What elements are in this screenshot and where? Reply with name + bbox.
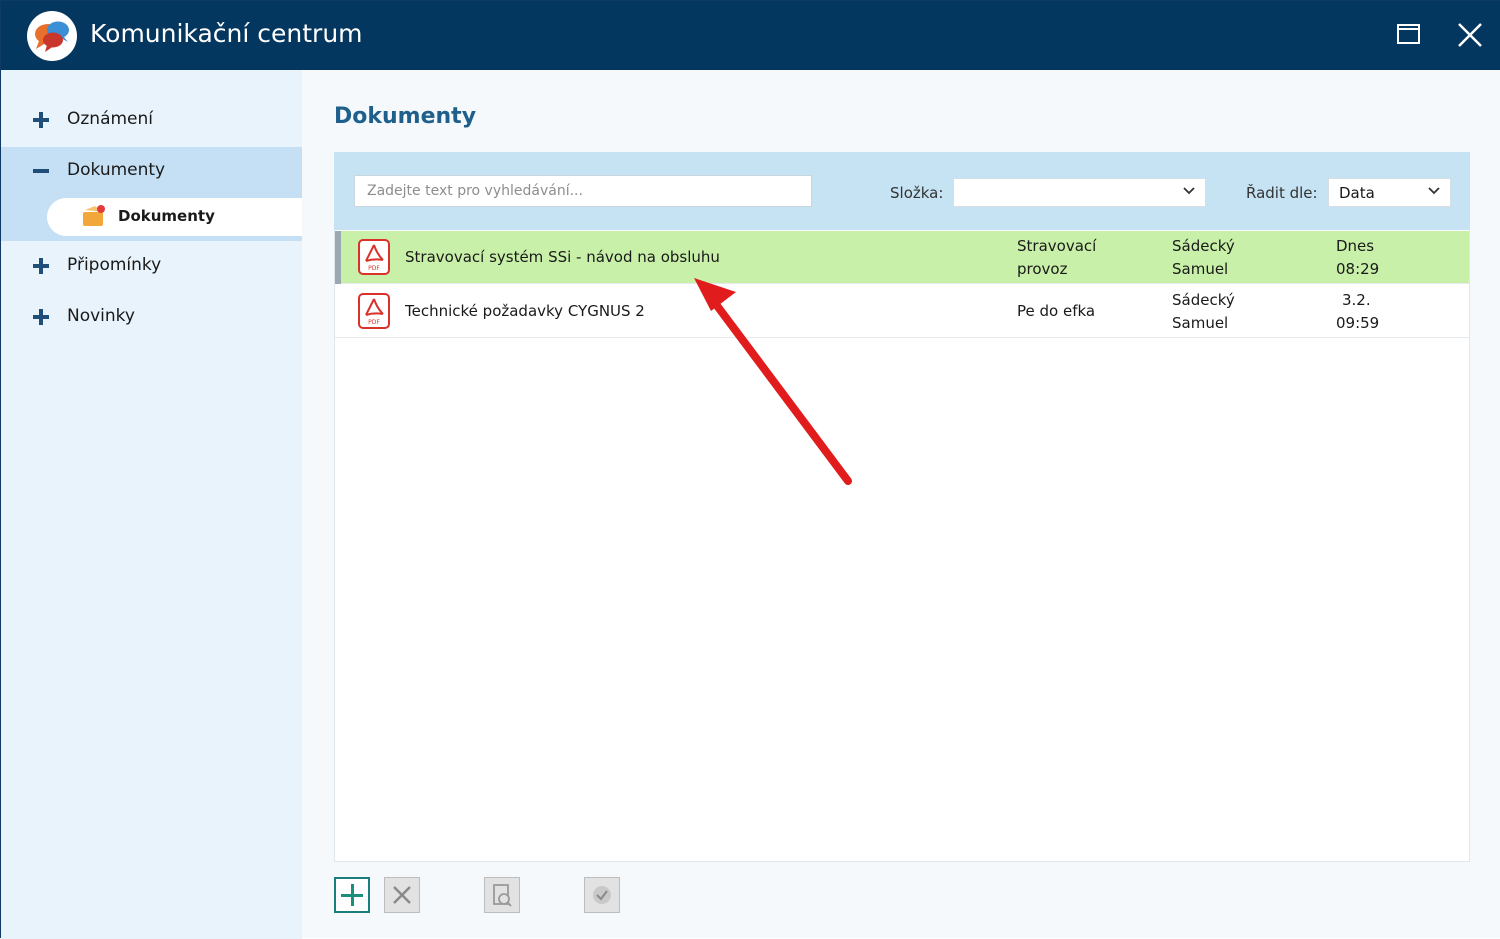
document-author: Sádecký Samuel	[1172, 289, 1235, 335]
confirm-button[interactable]	[584, 877, 620, 913]
document-name: Technické požadavky CYGNUS 2	[405, 302, 645, 320]
document-date-line: Dnes	[1336, 237, 1375, 255]
sidebar-subitem-dokumenty[interactable]: Dokumenty	[47, 198, 302, 236]
close-icon[interactable]	[1452, 17, 1488, 53]
delete-button[interactable]	[384, 877, 420, 913]
document-date-line: 3.2.	[1342, 291, 1371, 309]
sidebar-item-pripominky[interactable]: Připomínky	[1, 242, 302, 292]
app-window: Komunikační centrum Oznámení Dokumenty D…	[0, 0, 1500, 939]
table-row[interactable]: PDF Stravovací systém SSi - návod na obs…	[335, 231, 1469, 284]
sidebar-item-label: Připomínky	[67, 255, 162, 275]
document-folder: Stravovací provoz	[1017, 235, 1096, 281]
pdf-file-icon: PDF	[358, 239, 390, 275]
add-icon	[341, 884, 363, 906]
svg-text:PDF: PDF	[368, 265, 380, 272]
document-date: Dnes 08:29	[1336, 235, 1379, 281]
document-folder: Pe do efka	[1017, 300, 1095, 323]
chevron-down-icon	[1428, 187, 1440, 195]
plus-icon	[33, 309, 49, 325]
document-folder-line: Stravovací	[1017, 237, 1097, 255]
document-author: Sádecký Samuel	[1172, 235, 1235, 281]
document-name: Stravovací systém SSi - návod na obsluhu	[405, 248, 720, 266]
sidebar-item-novinky[interactable]: Novinky	[1, 293, 302, 343]
sidebar-item-dokumenty[interactable]: Dokumenty	[1, 147, 302, 197]
chevron-down-icon	[1183, 187, 1195, 195]
minus-icon	[33, 169, 49, 173]
document-folder-line: provoz	[1017, 260, 1068, 278]
maximize-icon[interactable]	[1390, 17, 1426, 53]
pdf-file-icon: PDF	[358, 293, 390, 329]
window-title: Komunikační centrum	[90, 19, 363, 48]
preview-button[interactable]	[484, 877, 520, 913]
folder-select[interactable]	[953, 178, 1206, 207]
folder-label: Složka:	[890, 184, 944, 202]
selection-marker	[335, 231, 341, 284]
sidebar: Oznámení Dokumenty Dokumenty Připomínky …	[1, 70, 302, 939]
page-title: Dokumenty	[334, 104, 477, 129]
document-date: 3.2. 09:59	[1336, 289, 1379, 335]
document-date-line: 08:29	[1336, 260, 1380, 278]
sidebar-subitem-label: Dokumenty	[118, 207, 215, 225]
sidebar-item-label: Novinky	[67, 306, 135, 326]
plus-icon	[33, 258, 49, 274]
table-row[interactable]: PDF Technické požadavky CYGNUS 2 Pe do e…	[335, 285, 1469, 338]
document-date-line: 09:59	[1336, 314, 1380, 332]
document-author-line: Sádecký	[1172, 237, 1235, 255]
delete-icon	[393, 886, 411, 904]
chat-bubbles-logo-icon	[27, 11, 77, 61]
document-folder-line: Pe do efka	[1017, 302, 1096, 320]
sort-select[interactable]: Data	[1328, 178, 1451, 207]
sidebar-item-label: Dokumenty	[67, 160, 166, 180]
document-author-line: Samuel	[1172, 260, 1229, 278]
confirm-icon	[593, 886, 611, 904]
svg-text:PDF: PDF	[368, 319, 380, 326]
title-bar: Komunikační centrum	[1, 1, 1500, 70]
sort-label: Řadit dle:	[1246, 184, 1318, 202]
sidebar-item-oznameni[interactable]: Oznámení	[1, 96, 302, 146]
add-button[interactable]	[334, 877, 370, 913]
preview-icon	[493, 884, 512, 907]
document-author-line: Sádecký	[1172, 291, 1235, 309]
document-author-line: Samuel	[1172, 314, 1229, 332]
folder-envelope-icon	[83, 205, 105, 226]
sort-select-value: Data	[1339, 184, 1375, 202]
sidebar-item-label: Oznámení	[67, 109, 154, 129]
plus-icon	[33, 112, 49, 128]
search-input[interactable]	[354, 175, 812, 207]
